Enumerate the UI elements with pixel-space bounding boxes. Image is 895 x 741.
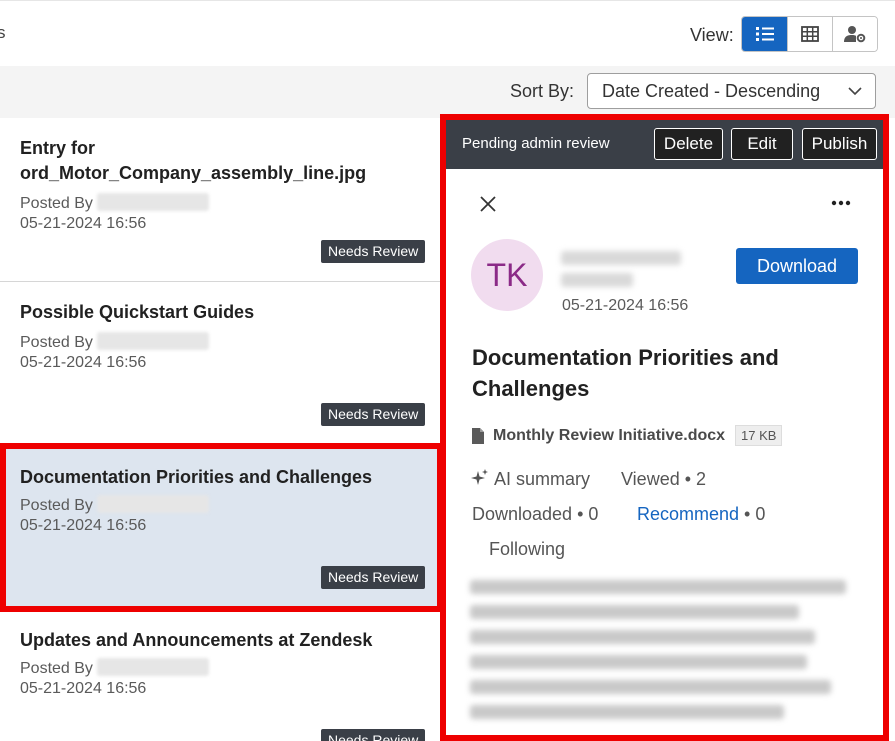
list-item[interactable]: Possible Quickstart Guides Posted By 05-…: [0, 282, 441, 445]
entry-date: 05-21-2024 16:56: [20, 354, 147, 371]
recommend-link[interactable]: Recommend: [637, 504, 739, 524]
list-item-selected[interactable]: Documentation Priorities and Challenges …: [0, 445, 441, 608]
sort-selected-value: Date Created - Descending: [602, 81, 821, 101]
status-badge: Needs Review: [321, 566, 426, 589]
ai-summary-button[interactable]: AI summary: [470, 468, 590, 490]
more-options-icon[interactable]: [830, 192, 852, 214]
user-settings-icon: [844, 26, 866, 43]
file-icon: [472, 427, 484, 444]
following-toggle[interactable]: Following: [489, 539, 565, 560]
author-name-redacted: [561, 251, 681, 293]
detail-date: 05-21-2024 16:56: [562, 297, 689, 314]
entry-title: Updates and Announcements at Zendesk: [20, 630, 373, 650]
author-name-redacted: [96, 658, 209, 676]
close-icon[interactable]: [476, 192, 500, 216]
description-redacted: [470, 580, 862, 730]
edit-button[interactable]: Edit: [731, 128, 793, 160]
author-name-redacted: [96, 332, 209, 350]
entry-title: Possible Quickstart Guides: [20, 302, 255, 322]
status-badge: Needs Review: [321, 403, 426, 426]
avatar: TK: [471, 239, 543, 311]
attachment-size: 17 KB: [735, 425, 783, 446]
entry-date: 05-21-2024 16:56: [20, 680, 147, 697]
grid-view-icon: [801, 26, 819, 42]
sparkle-icon: [471, 469, 488, 485]
status-badge: Needs Review: [321, 729, 426, 741]
view-toggle-group: [741, 16, 878, 52]
recommend-row: Recommend • 0: [637, 504, 765, 525]
author-name-redacted: [96, 193, 209, 211]
list-item[interactable]: Entry for ord_Motor_Company_assembly_lin…: [0, 118, 441, 282]
entry-author: Posted By: [20, 658, 209, 678]
list-view-button[interactable]: [742, 17, 787, 51]
review-toolbar: Pending admin review Delete Edit Publish: [446, 120, 883, 169]
entry-title: Entry for ord_Motor_Company_assembly_lin…: [20, 138, 367, 183]
entry-author: Posted By: [20, 332, 209, 352]
grid-view-button[interactable]: [787, 17, 832, 51]
attachment[interactable]: Monthly Review Initiative.docx 17 KB: [472, 425, 783, 446]
ai-summary-label: AI summary: [494, 469, 591, 489]
sort-label: Sort By:: [510, 81, 575, 101]
publish-button[interactable]: Publish: [802, 128, 877, 160]
views-count: Viewed • 2: [621, 469, 707, 489]
download-button[interactable]: Download: [736, 248, 858, 284]
downloads-count: Downloaded • 0: [472, 504, 599, 524]
entry-author: Posted By: [20, 193, 209, 213]
top-bar: s View:: [0, 0, 895, 66]
delete-button[interactable]: Delete: [654, 128, 723, 160]
detail-panel: Pending admin review Delete Edit Publish…: [446, 120, 883, 735]
entry-date: 05-21-2024 16:56: [20, 215, 147, 232]
list-item[interactable]: Updates and Announcements at Zendesk Pos…: [0, 608, 441, 741]
review-status: Pending admin review: [462, 135, 610, 152]
entry-author: Posted By: [20, 495, 209, 515]
author-name-redacted: [96, 495, 209, 513]
user-settings-view-button[interactable]: [832, 17, 877, 51]
entry-title: Documentation Priorities and Challenges: [20, 467, 373, 487]
recommend-count: • 0: [739, 504, 766, 524]
list-view-icon: [755, 27, 774, 41]
status-badge: Needs Review: [321, 240, 426, 263]
entry-list: Entry for ord_Motor_Company_assembly_lin…: [0, 118, 441, 741]
sort-dropdown[interactable]: Date Created - Descending: [587, 73, 876, 109]
entry-date: 05-21-2024 16:56: [20, 517, 147, 534]
chevron-down-icon: [848, 87, 862, 96]
sort-bar: Sort By: Date Created - Descending: [0, 66, 895, 118]
attachment-name: Monthly Review Initiative.docx: [493, 426, 726, 444]
truncated-heading: s: [0, 23, 6, 42]
detail-title: Documentation Priorities and Challenges: [472, 345, 779, 401]
view-label: View:: [690, 25, 734, 45]
